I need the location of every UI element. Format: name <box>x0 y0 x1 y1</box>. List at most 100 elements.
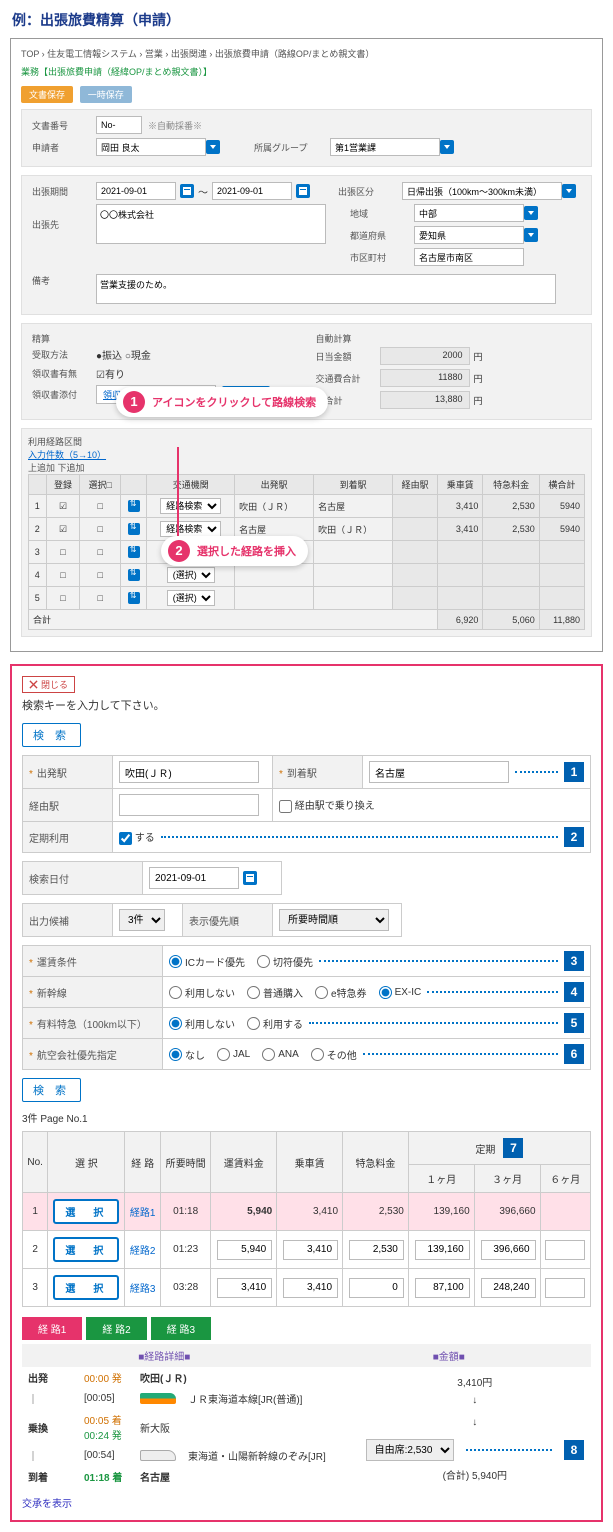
page-title: 例：出張旅費精算（申請） <box>0 0 613 38</box>
air-other-radio[interactable]: その他 <box>311 1047 357 1062</box>
arr-input[interactable] <box>369 761 509 783</box>
pref-label: 都道府県 <box>346 229 414 242</box>
callout-1: 1 アイコンをクリックして路線検索 <box>116 387 328 417</box>
mode-select[interactable]: (選択) <box>167 590 215 606</box>
breadcrumb[interactable]: TOP › 住友電工情報システム › 営業 › 出張関連 › 出張旅費申請（路線… <box>17 45 596 62</box>
sh-none-radio[interactable]: 利用しない <box>169 985 235 1000</box>
air-jal-radio[interactable]: JAL <box>217 1048 250 1061</box>
calendar-icon[interactable] <box>243 871 257 885</box>
cand-select[interactable]: 3件 <box>119 909 165 931</box>
total-amt: 13,880 <box>380 391 470 409</box>
calendar-icon[interactable] <box>180 184 194 198</box>
fare-ic-radio[interactable]: ICカード優先 <box>169 954 245 969</box>
sh-exic-radio[interactable]: EX-IC <box>379 986 422 999</box>
calc-head-right: 自動計算 <box>312 330 586 347</box>
city-input[interactable] <box>414 248 524 266</box>
tag-1: 1 <box>564 762 584 782</box>
cat-input[interactable] <box>402 182 562 200</box>
seg-ctrl[interactable]: 上追加 下追加 <box>28 461 585 474</box>
region-input[interactable] <box>414 204 524 222</box>
via-label: 経由駅 <box>23 789 113 822</box>
train-icon <box>140 1393 176 1404</box>
pick-button[interactable]: 選 択 <box>53 1237 119 1262</box>
applicant-dropdown-icon[interactable] <box>206 140 220 154</box>
tag-5: 5 <box>564 1013 584 1033</box>
mode-select[interactable]: 経路検索 <box>160 498 221 514</box>
air-ana-radio[interactable]: ANA <box>262 1048 299 1061</box>
ltd-no-radio[interactable]: 利用しない <box>169 1016 235 1031</box>
dest-text[interactable] <box>96 204 326 244</box>
city-label: 市区町村 <box>346 251 414 264</box>
tab-route2[interactable]: 経 路2 <box>86 1317 146 1340</box>
mode-select[interactable]: 経路検索 <box>160 521 221 537</box>
seg-rowsnote[interactable]: 入力件数（5→10） <box>28 448 585 461</box>
recv-label: 受取方法 <box>28 348 96 361</box>
route-search-icon[interactable] <box>128 523 140 535</box>
pref-input[interactable] <box>414 226 524 244</box>
via-change-check[interactable]: 経由駅で乗り換え <box>279 801 375 812</box>
result-row: 2選 択経路201:23 <box>23 1231 591 1269</box>
sh-normal-radio[interactable]: 普通購入 <box>247 985 303 1000</box>
search-button-bottom[interactable]: 検 索 <box>22 1078 81 1102</box>
dropdown-icon[interactable] <box>524 206 538 220</box>
tag-7: 7 <box>503 1138 523 1158</box>
cand-label: 出力候補 <box>23 904 113 937</box>
tag-2: 2 <box>564 827 584 847</box>
applicant-input[interactable] <box>96 138 206 156</box>
pick-button[interactable]: 選 択 <box>53 1275 119 1300</box>
output-opts-table: 出力候補 3件 表示優先順 所要時間順 <box>22 903 402 937</box>
search-prompt: 検索キーを入力して下さい。 <box>22 697 591 713</box>
period-from[interactable] <box>96 182 176 200</box>
mode-select[interactable]: (選択) <box>167 567 215 583</box>
dep-input[interactable] <box>119 761 259 783</box>
close-button[interactable]: 閉じる <box>22 676 75 693</box>
badge-2: 2 <box>168 540 190 562</box>
ord-label: 表示優先順 <box>183 904 273 937</box>
attach-label: 領収書添付 <box>28 388 96 401</box>
sum-tot: 11,880 <box>539 610 584 630</box>
save-button[interactable]: 文書保存 <box>21 86 73 103</box>
period-to[interactable] <box>212 182 292 200</box>
tag-8: 8 <box>564 1440 584 1460</box>
via-input[interactable] <box>119 794 259 816</box>
table-row: 2☑□経路検索名古屋吹田（ＪＲ）3,4102,5305940 <box>29 518 585 541</box>
dropdown-icon[interactable] <box>524 228 538 242</box>
subtitle: 業務【出張旅費申請（経緯OP/まとめ親文書）】 <box>17 62 596 84</box>
route-search-icon[interactable] <box>128 500 140 512</box>
region-label: 地域 <box>346 207 414 220</box>
recv-options[interactable]: ●振込 ○現金 <box>96 347 151 362</box>
route-search-icon[interactable] <box>128 592 140 604</box>
pick-button[interactable]: 選 択 <box>53 1199 119 1224</box>
receipt-val[interactable]: ☑有り <box>96 366 125 381</box>
show-approval-link[interactable]: 交承を表示 <box>22 1489 591 1510</box>
daily-label: 日当金額 <box>312 350 380 363</box>
docno-prefix[interactable] <box>96 116 142 134</box>
route-search-icon[interactable] <box>128 546 140 558</box>
group-label: 所属グループ <box>250 141 330 154</box>
ltd-yes-radio[interactable]: 利用する <box>247 1016 303 1031</box>
cat-dropdown-icon[interactable] <box>562 184 576 198</box>
remarks-text[interactable] <box>96 274 556 304</box>
date-label: 検索日付 <box>23 862 143 895</box>
pass-check[interactable]: する <box>119 829 155 845</box>
date-input[interactable] <box>149 867 239 889</box>
receipt-label: 領収書有無 <box>28 367 96 380</box>
search-button-top[interactable]: 検 索 <box>22 723 81 747</box>
air-none-radio[interactable]: なし <box>169 1047 205 1062</box>
ord-select[interactable]: 所要時間順 <box>279 909 389 931</box>
temp-save-button[interactable]: 一時保存 <box>80 86 132 103</box>
route-search-icon[interactable] <box>128 569 140 581</box>
calendar-icon[interactable] <box>296 184 310 198</box>
tab-route3[interactable]: 経 路3 <box>151 1317 211 1340</box>
trans-label: 交通費合計 <box>312 372 380 385</box>
group-dropdown-icon[interactable] <box>440 140 454 154</box>
sh-etoken-radio[interactable]: e特急券 <box>315 985 367 1000</box>
calc-head-left: 精算 <box>28 330 302 347</box>
seat-select[interactable]: 自由席:2,530 <box>366 1439 454 1461</box>
tab-route1[interactable]: 経 路1 <box>22 1317 82 1340</box>
sum-label: 合計 <box>29 610 438 630</box>
fare-ticket-radio[interactable]: 切符優先 <box>257 954 313 969</box>
app-window: TOP › 住友電工情報システム › 営業 › 出張関連 › 出張旅費申請（路線… <box>10 38 603 652</box>
group-input[interactable] <box>330 138 440 156</box>
tag-6: 6 <box>564 1044 584 1064</box>
